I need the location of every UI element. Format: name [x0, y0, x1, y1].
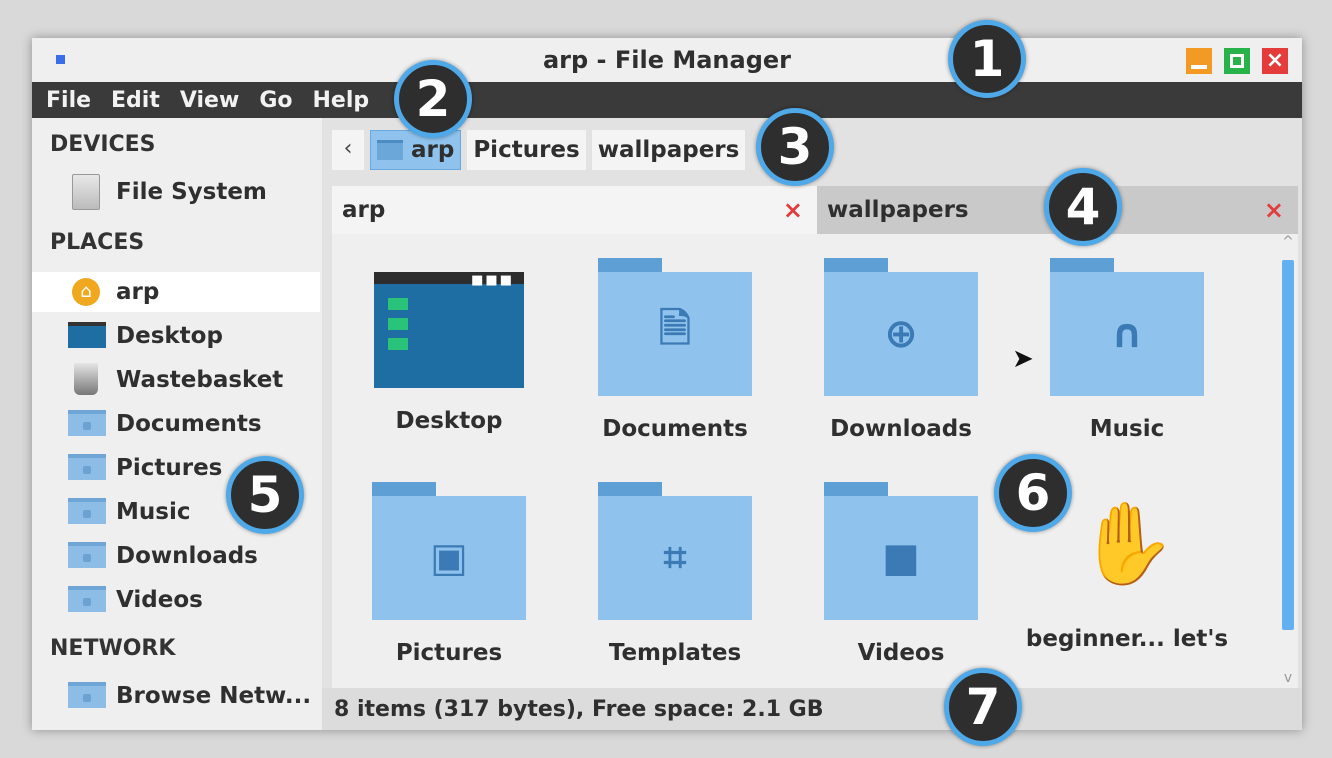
folder-icon [68, 454, 106, 482]
file-item-label: Downloads [830, 416, 972, 442]
app-icon [56, 55, 65, 64]
callout-badge: 4 [1044, 168, 1122, 246]
file-item-documents[interactable]: 🗎 Documents [562, 258, 788, 442]
tab-label: arp [342, 197, 386, 223]
path-segment-wallpapers[interactable]: wallpapers [591, 130, 746, 170]
menu-help[interactable]: Help [312, 88, 369, 113]
path-bar: ‹ arp Pictures wallpapers [332, 130, 746, 170]
sidebar-item-videos[interactable]: Videos [32, 580, 320, 620]
menu-go[interactable]: Go [259, 88, 292, 113]
scroll-up-icon[interactable]: ^ [1278, 234, 1298, 250]
file-item-label: Desktop [395, 408, 503, 434]
tab-bar: arp × wallpapers × [332, 186, 1298, 234]
file-item-desktop[interactable]: ■■■ Desktop [336, 258, 562, 434]
sidebar-item-label: Downloads [116, 543, 258, 569]
tab-label: wallpapers [827, 197, 969, 223]
path-segment-label: arp [411, 137, 455, 163]
file-item-label: Music [1089, 416, 1165, 442]
callout-badge: 7 [944, 668, 1022, 746]
tab-arp[interactable]: arp × [332, 186, 817, 234]
desktop-icon [68, 322, 106, 350]
download-folder-icon: ⊕ [824, 258, 978, 396]
vertical-scrollbar[interactable]: ^ v [1278, 234, 1298, 688]
main-pane: ‹ arp Pictures wallpapers arp × wallpape… [322, 118, 1302, 730]
sidebar-item-label: Music [116, 499, 191, 525]
folder-icon [68, 542, 106, 570]
window-controls: × [1186, 48, 1288, 74]
places-header: PLACES [50, 230, 145, 255]
callout-badge: 2 [394, 60, 472, 138]
path-segment-pictures[interactable]: Pictures [467, 130, 586, 170]
path-segment-arp[interactable]: arp [370, 130, 462, 170]
file-item-music[interactable]: ∩ Music [1014, 258, 1240, 442]
drive-icon [68, 174, 104, 210]
scroll-thumb[interactable] [1282, 260, 1294, 630]
close-button[interactable]: × [1262, 48, 1288, 74]
file-item-label: Templates [608, 640, 742, 666]
sidebar: DEVICES File System PLACES ⌂ arp Desktop… [32, 118, 322, 730]
folder-icon [377, 140, 403, 160]
icon-view: ■■■ Desktop 🗎 Documents ⊕ Downloads ∩ Mu… [332, 234, 1298, 688]
desktop-icon: ■■■ [374, 272, 524, 388]
file-item-label: Videos [857, 640, 945, 666]
sidebar-item-label: arp [116, 279, 160, 305]
document-folder-icon: 🗎 [598, 258, 752, 396]
file-item-templates[interactable]: ⌗ Templates [562, 482, 788, 666]
sidebar-item-label: Pictures [116, 455, 223, 481]
file-item-downloads[interactable]: ⊕ Downloads [788, 258, 1014, 442]
scroll-down-icon[interactable]: v [1278, 670, 1298, 686]
sidebar-item-label: Browse Netw... [116, 683, 312, 709]
sidebar-item-documents[interactable]: Documents [32, 404, 320, 444]
tab-close-icon[interactable]: × [783, 196, 803, 224]
file-manager-window: arp - File Manager × File Edit View Go H… [32, 38, 1302, 730]
folder-icon [68, 586, 106, 614]
file-item-videos[interactable]: ■ Videos [788, 482, 1014, 666]
devices-header: DEVICES [50, 132, 156, 157]
folder-icon [68, 410, 106, 438]
callout-badge: 1 [948, 20, 1026, 98]
sidebar-item-desktop[interactable]: Desktop [32, 316, 320, 356]
pictures-folder-icon: ▣ [372, 482, 526, 620]
menu-edit[interactable]: Edit [111, 88, 160, 113]
window-title: arp - File Manager [542, 46, 791, 74]
path-back-button[interactable]: ‹ [332, 130, 364, 170]
menu-bar: File Edit View Go Help [32, 82, 1302, 118]
file-item-label: beginner... let's [1025, 626, 1229, 652]
file-item-label: Pictures [395, 640, 503, 666]
sidebar-item-file-system[interactable]: File System [32, 172, 320, 212]
callout-badge: 3 [756, 108, 834, 186]
title-bar[interactable]: arp - File Manager × [32, 38, 1302, 82]
network-folder-icon [68, 682, 106, 710]
templates-folder-icon: ⌗ [598, 482, 752, 620]
sidebar-item-label: Videos [116, 587, 203, 613]
file-item-label: Documents [602, 416, 748, 442]
menu-file[interactable]: File [46, 88, 91, 113]
mouse-cursor-icon: ➤ [1012, 344, 1034, 374]
sidebar-item-downloads[interactable]: Downloads [32, 536, 320, 576]
sidebar-item-label: Wastebasket [116, 367, 284, 393]
callout-badge: 5 [226, 456, 304, 534]
callout-badge: 6 [994, 454, 1072, 532]
sidebar-item-browse-network[interactable]: Browse Netw... [32, 676, 320, 716]
minimize-button[interactable] [1186, 48, 1212, 74]
network-header: NETWORK [50, 636, 176, 661]
hand-icon: ✋ [1077, 497, 1177, 590]
sidebar-item-arp[interactable]: ⌂ arp [32, 272, 320, 312]
trash-icon [68, 363, 104, 395]
videos-folder-icon: ■ [824, 482, 978, 620]
home-icon: ⌂ [68, 278, 104, 306]
music-folder-icon: ∩ [1050, 258, 1204, 396]
folder-icon [68, 498, 106, 526]
sidebar-item-label: File System [116, 179, 267, 205]
sidebar-item-label: Documents [116, 411, 262, 437]
sidebar-item-wastebasket[interactable]: Wastebasket [32, 360, 320, 400]
maximize-button[interactable] [1224, 48, 1250, 74]
sidebar-item-label: Desktop [116, 323, 223, 349]
tab-close-icon[interactable]: × [1264, 196, 1284, 224]
status-bar: 8 items (317 bytes), Free space: 2.1 GB [322, 688, 1302, 730]
file-item-pictures[interactable]: ▣ Pictures [336, 482, 562, 666]
menu-view[interactable]: View [180, 88, 239, 113]
